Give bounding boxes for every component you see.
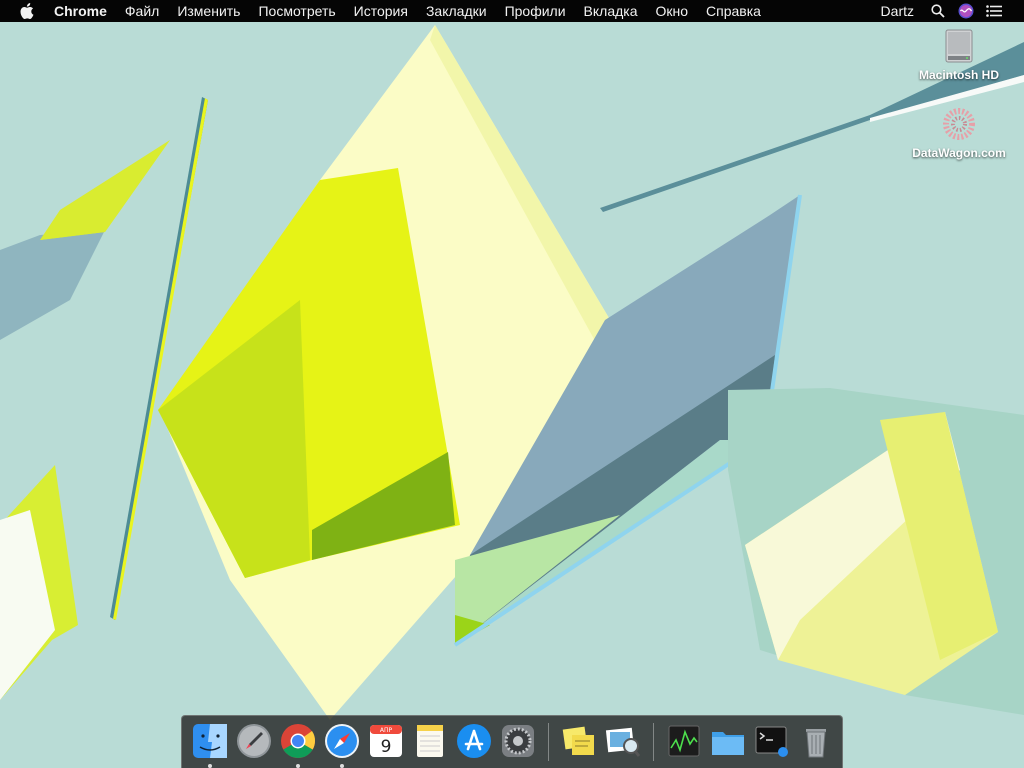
desktop-icon-datawagon[interactable]: DataWagon.com <box>904 104 1014 160</box>
terminal-icon <box>755 726 788 757</box>
apple-icon[interactable] <box>20 3 36 19</box>
dock-terminal[interactable] <box>753 722 791 762</box>
siri-icon[interactable] <box>956 1 976 21</box>
stickies-icon <box>562 726 594 755</box>
trash-icon <box>806 729 826 758</box>
menu-help[interactable]: Справка <box>697 0 770 22</box>
dock-folder[interactable] <box>709 722 747 762</box>
dock-stickies[interactable] <box>560 722 598 762</box>
running-indicator <box>208 764 212 768</box>
menu-bookmarks[interactable]: Закладки <box>417 0 496 22</box>
calendar-day: 9 <box>381 737 392 757</box>
desktop-icon-label: DataWagon.com <box>912 146 1006 160</box>
menu-file[interactable]: Файл <box>116 0 168 22</box>
dock-calendar[interactable]: АПР 9 <box>367 722 405 762</box>
desktop-icon-label: Macintosh HD <box>918 68 999 82</box>
activity-monitor-icon <box>668 725 700 757</box>
dock-app-store[interactable] <box>455 722 493 762</box>
datawagon-icon <box>939 104 979 144</box>
dock-system-preferences[interactable] <box>499 722 537 762</box>
notification-center-icon[interactable] <box>984 1 1004 21</box>
hard-drive-icon <box>939 26 979 66</box>
spotlight-search-icon[interactable] <box>928 1 948 21</box>
dock-finder[interactable] <box>191 722 229 768</box>
dock-separator <box>653 723 654 761</box>
finder-icon <box>193 724 227 758</box>
menu-profiles[interactable]: Профили <box>496 0 575 22</box>
dock-chrome[interactable] <box>279 722 317 768</box>
calendar-month: АПР <box>380 727 393 734</box>
dock: АПР 9 <box>181 715 843 768</box>
menu-view[interactable]: Посмотреть <box>249 0 344 22</box>
folder-icon <box>712 732 744 755</box>
menu-edit[interactable]: Изменить <box>168 0 249 22</box>
user-name[interactable]: Dartz <box>871 3 924 19</box>
notes-icon <box>417 725 443 757</box>
dock-launchpad[interactable] <box>235 722 273 762</box>
dock-activity-monitor[interactable] <box>665 722 703 762</box>
dock-notes[interactable] <box>411 722 449 762</box>
dock-safari[interactable] <box>323 722 361 768</box>
preview-icon <box>605 727 641 757</box>
calendar-icon: АПР 9 <box>370 725 402 757</box>
launchpad-icon <box>237 724 271 758</box>
desktop-wallpaper <box>0 0 1024 768</box>
menu-window[interactable]: Окно <box>647 0 698 22</box>
menu-tab[interactable]: Вкладка <box>575 0 647 22</box>
safari-icon <box>325 724 359 758</box>
running-indicator <box>340 764 344 768</box>
dock-separator <box>548 723 549 761</box>
menu-bar: Chrome Файл Изменить Посмотреть История … <box>0 0 1024 22</box>
app-store-icon <box>457 724 491 758</box>
status-area: Dartz <box>871 0 1024 22</box>
running-indicator <box>296 764 300 768</box>
system-preferences-icon <box>502 725 534 757</box>
chrome-icon <box>281 724 316 758</box>
dock-preview[interactable] <box>604 722 642 762</box>
menu-history[interactable]: История <box>345 0 417 22</box>
desktop-icon-macintosh-hd[interactable]: Macintosh HD <box>904 26 1014 82</box>
menu-app-name[interactable]: Chrome <box>54 0 116 22</box>
dock-trash[interactable] <box>797 722 835 762</box>
